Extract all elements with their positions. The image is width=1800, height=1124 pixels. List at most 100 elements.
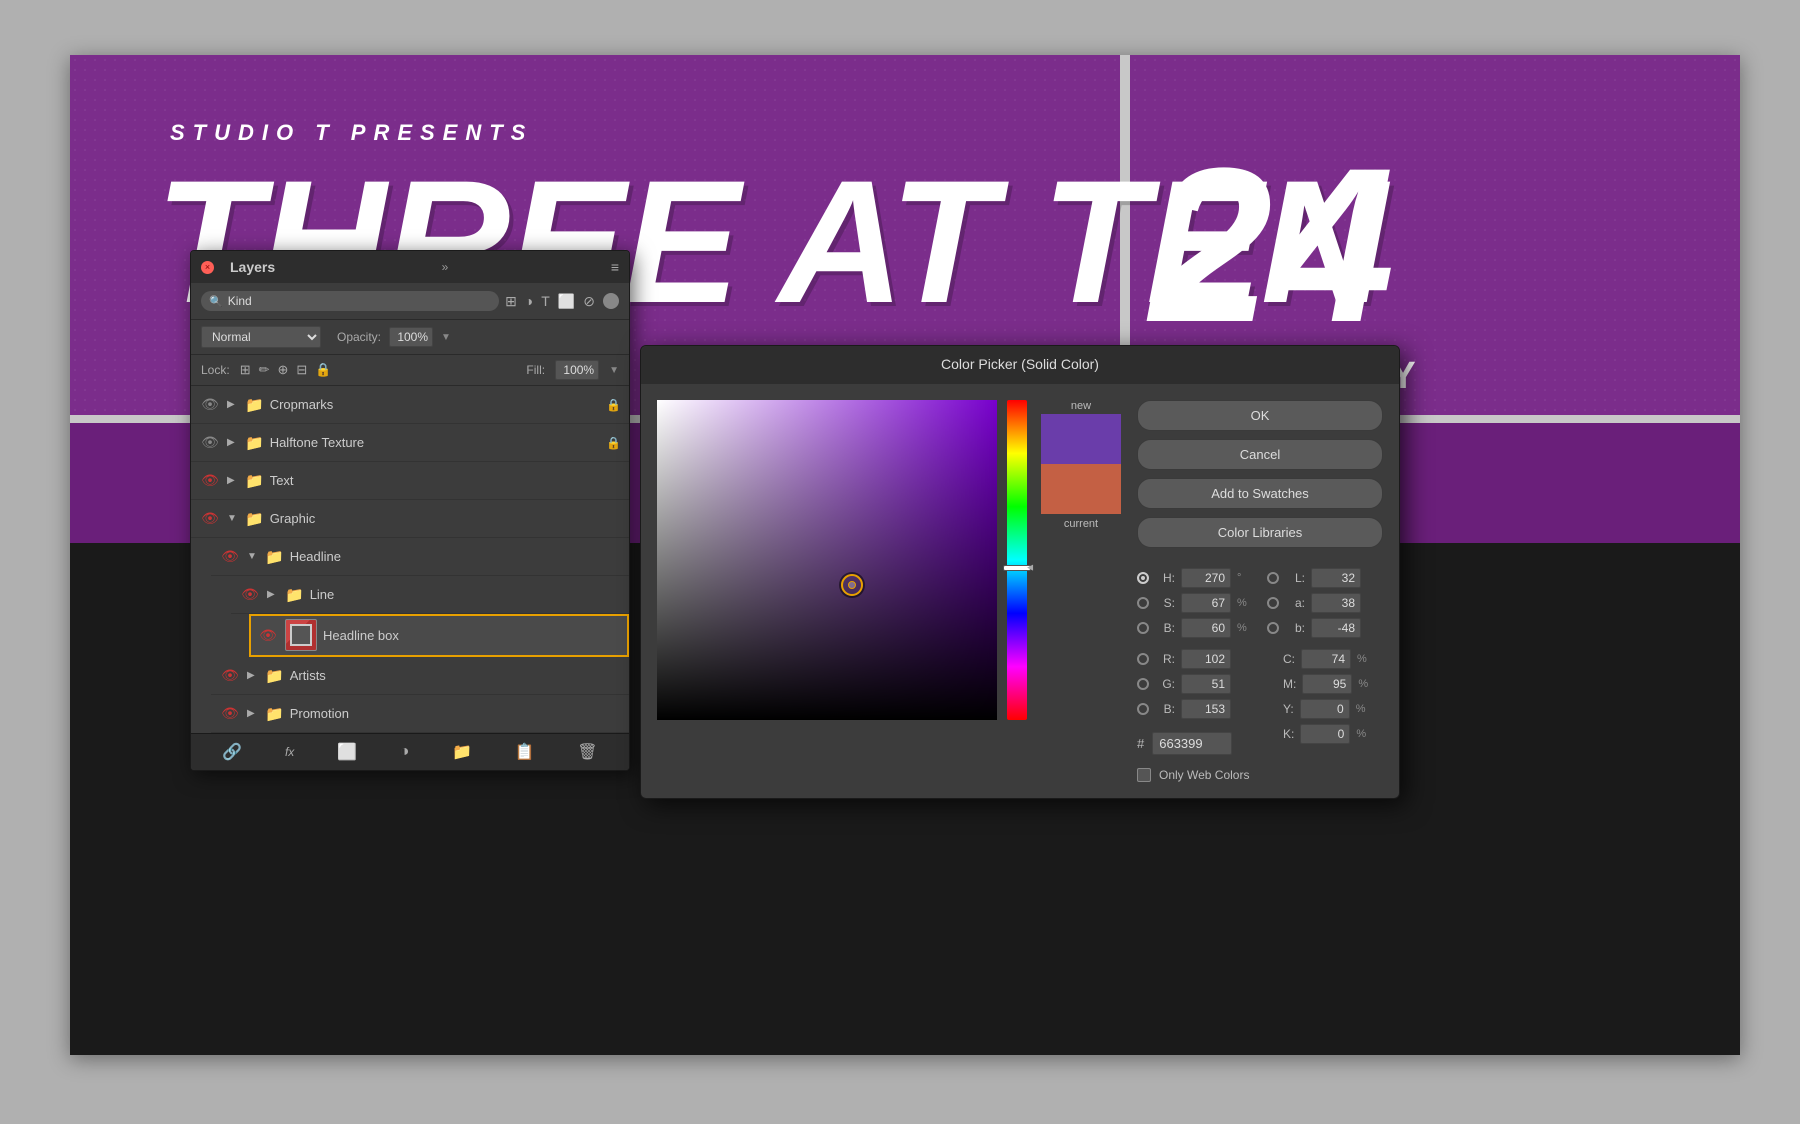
expand-arrow[interactable]: ▼ [227,513,239,524]
expand-arrow[interactable]: ▶ [227,475,239,486]
layer-row[interactable]: 👁 ▶ 📁 Artists [211,657,629,695]
pixel-filter-icon[interactable]: ⊞ [505,293,517,310]
eye-icon[interactable]: 👁 [219,548,241,565]
color-gradient-canvas[interactable] [657,400,997,720]
hex-input[interactable] [1152,732,1232,755]
panel-menu-icon[interactable]: ≡ [611,259,619,275]
c-input[interactable] [1301,649,1351,669]
l-radio[interactable] [1267,572,1279,584]
b2-input[interactable] [1181,699,1231,719]
cp-action-buttons: OK Cancel Add to Swatches Color Librarie… [1137,400,1383,548]
fx-icon[interactable]: fx [285,745,294,759]
expand-arrow[interactable]: ▶ [267,589,279,600]
expand-arrow[interactable]: ▼ [247,551,259,562]
b-radio[interactable] [1137,622,1149,634]
text-filter-icon[interactable]: T [541,293,550,309]
s-radio[interactable] [1137,597,1149,609]
layer-row[interactable]: 👁 ▶ 📁 Cropmarks 🔒 [191,386,629,424]
g-radio[interactable] [1137,678,1149,690]
opacity-input[interactable] [389,327,433,347]
eye-icon[interactable]: 👁 [199,472,221,489]
window-close-button[interactable]: × [201,261,214,274]
l-input[interactable] [1311,568,1361,588]
eye-icon[interactable]: 👁 [257,627,279,644]
expand-arrow[interactable]: ▶ [247,670,259,681]
h-radio[interactable] [1137,572,1149,584]
blend-mode-select[interactable]: Normal Multiply Screen [201,326,321,348]
ok-button[interactable]: OK [1137,400,1383,431]
layer-row[interactable]: 👁 ▶ 📁 Promotion [211,695,629,733]
eye-icon[interactable]: 👁 [199,510,221,527]
fill-input[interactable] [555,360,599,380]
shape-filter-icon[interactable]: ⬜ [558,293,575,310]
layer-row[interactable]: 👁 ▼ 📁 Graphic [191,500,629,538]
h-input[interactable] [1181,568,1231,588]
layer-row[interactable]: 👁 ▶ 📁 Text [191,462,629,500]
layer-mask-icon[interactable]: ⬜ [337,742,357,762]
m-input[interactable] [1302,674,1352,694]
b2-radio[interactable] [1137,703,1149,715]
a-input[interactable] [1311,593,1361,613]
g-input[interactable] [1181,674,1231,694]
lock-artboards-icon[interactable]: ⊟ [296,362,307,378]
eye-icon[interactable]: 👁 [199,396,221,413]
eye-icon[interactable]: 👁 [219,667,241,684]
opacity-dropdown-arrow[interactable]: ▼ [441,332,451,343]
filter-icons: ⊞ ◑ T ⬜ ⊘ [505,293,619,310]
lock-pixels-icon[interactable]: ⊞ [240,362,251,378]
folder-icon: 📁 [265,548,284,566]
layer-name: Cropmarks [270,397,600,412]
hex-hash: # [1137,736,1144,751]
hex-row: # [1137,732,1251,755]
eye-icon[interactable]: 👁 [219,705,241,722]
s-unit: % [1237,597,1251,609]
y-input[interactable] [1300,699,1350,719]
lock-label: Lock: [201,363,230,377]
b3-radio[interactable] [1267,622,1279,634]
b3-input[interactable] [1311,618,1361,638]
hue-slider[interactable] [1007,400,1027,720]
smart-filter-icon[interactable]: ⊘ [583,293,595,310]
layer-row[interactable]: 👁 ▶ 📁 Halftone Texture 🔒 [191,424,629,462]
layer-row[interactable]: 👁 ▼ 📁 Headline [211,538,629,576]
web-colors-checkbox[interactable] [1137,768,1151,782]
expand-arrow[interactable]: ▶ [247,708,259,719]
filter-circle-icon[interactable] [603,293,619,309]
group-icon[interactable]: 📁 [452,742,472,762]
lock-padlock-icon[interactable]: 🔒 [315,362,331,378]
lock-position-icon[interactable]: ✏ [259,362,270,378]
link-icon[interactable]: 🔗 [222,742,242,762]
hsb-rgb-fields: H: ° S: % B: [1137,568,1251,782]
search-input[interactable] [228,294,288,308]
current-color-swatch[interactable] [1041,464,1121,514]
k-input[interactable] [1300,724,1350,744]
a-field-row: a: [1267,593,1372,613]
adjustment-filter-icon[interactable]: ◑ [525,293,533,309]
poster-studio-text: STUDIO T PRESENTS [170,120,533,146]
layer-row[interactable]: 👁 ▶ 📁 Line [231,576,629,614]
color-swatches: new current [1041,400,1121,782]
folder-icon: 📁 [265,667,284,685]
expand-arrow[interactable]: ▶ [227,399,239,410]
color-libraries-button[interactable]: Color Libraries [1137,517,1383,548]
new-layer-icon[interactable]: 📋 [515,742,535,762]
r-radio[interactable] [1137,653,1149,665]
lock-all-icon[interactable]: ⊕ [278,362,289,378]
s-input[interactable] [1181,593,1231,613]
new-color-swatch[interactable] [1041,414,1121,464]
panel-collapse-icon[interactable]: » [442,260,449,274]
eye-icon[interactable]: 👁 [199,434,221,451]
delete-layer-icon[interactable]: 🗑 [577,742,597,762]
add-to-swatches-button[interactable]: Add to Swatches [1137,478,1383,509]
hue-slider-wrapper: ◄ [1007,400,1027,720]
b-input[interactable] [1181,618,1231,638]
r-input[interactable] [1181,649,1231,669]
h-unit: ° [1237,572,1251,584]
fill-dropdown-arrow[interactable]: ▼ [609,365,619,376]
headline-box-layer-row[interactable]: 👁 Headline box [249,614,629,657]
eye-icon[interactable]: 👁 [239,586,261,603]
adjustment-icon[interactable]: ◑ [400,743,410,761]
expand-arrow[interactable]: ▶ [227,437,239,448]
a-radio[interactable] [1267,597,1279,609]
cancel-button[interactable]: Cancel [1137,439,1383,470]
